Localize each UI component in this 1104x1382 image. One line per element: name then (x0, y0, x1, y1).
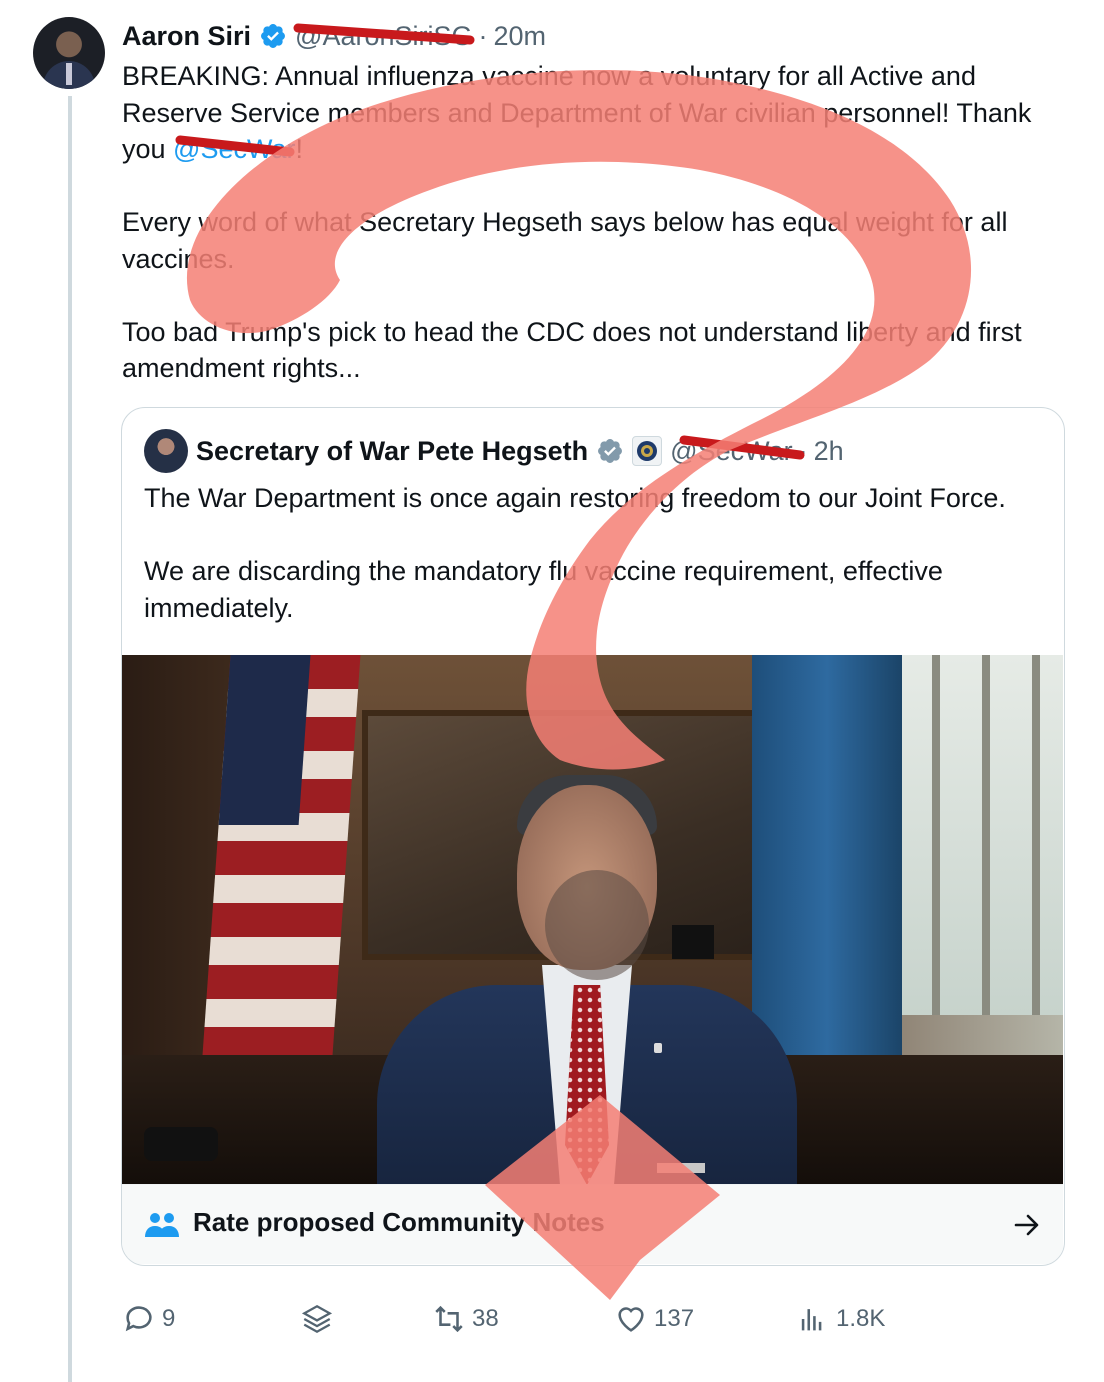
video-duration-badge (144, 1127, 218, 1161)
verified-badge-icon (598, 439, 623, 463)
office-window (902, 655, 1063, 1015)
tweet-header: Aaron Siri @AaronSiriSG · 20m (122, 16, 546, 56)
retweet-button[interactable]: 38 (432, 1296, 499, 1342)
reply-icon (125, 1306, 152, 1332)
thread-line (68, 96, 72, 1382)
views-button[interactable]: 1.8K (796, 1296, 885, 1342)
views-icon (801, 1309, 822, 1331)
action-bar: 9 38 137 1.8K (122, 1296, 1072, 1342)
tweet-text: BREAKING: Annual influenza vaccine now a… (122, 58, 1072, 387)
mention-link[interactable]: @SecWar (173, 134, 295, 164)
grok-button[interactable] (300, 1296, 340, 1342)
verified-badge-icon (261, 24, 285, 48)
retweet-count: 38 (472, 1305, 499, 1332)
like-count: 137 (654, 1305, 695, 1332)
tweet-time[interactable]: 20m (494, 21, 547, 52)
reply-count: 9 (162, 1305, 176, 1332)
department-seal-icon (632, 436, 663, 466)
author-name[interactable]: Aaron Siri (122, 21, 251, 52)
speaker-figure (377, 775, 797, 1184)
like-icon (618, 1307, 644, 1332)
community-notes-bar[interactable]: Rate proposed Community Notes (122, 1184, 1063, 1264)
retweet-icon (435, 1305, 463, 1333)
quote-header: Secretary of War Pete Hegseth @SecWar · … (144, 428, 844, 474)
quote-video-thumbnail[interactable] (122, 655, 1063, 1184)
quote-time[interactable]: 2h (814, 436, 844, 467)
author-handle[interactable]: @AaronSiriSG (295, 21, 472, 52)
arrow-right-icon (1014, 1214, 1039, 1236)
tweet-text-part2: ! Every word of what Secretary Hegseth s… (122, 134, 1022, 383)
people-icon (145, 1213, 179, 1237)
header-separator: · (478, 20, 488, 51)
quote-separator: · (798, 435, 808, 466)
quote-text: The War Department is once again restori… (144, 483, 1006, 623)
quote-author-name[interactable]: Secretary of War Pete Hegseth (196, 436, 588, 467)
views-count: 1.8K (836, 1305, 886, 1332)
reply-button[interactable]: 9 (122, 1296, 175, 1342)
like-button[interactable]: 137 (614, 1296, 694, 1342)
quote-avatar[interactable] (144, 429, 188, 473)
grok-icon (301, 1304, 333, 1334)
author-avatar[interactable] (33, 17, 105, 89)
quoted-tweet-card[interactable]: Secretary of War Pete Hegseth @SecWar · … (121, 407, 1065, 1266)
community-notes-label: Rate proposed Community Notes (193, 1207, 605, 1237)
quote-author-handle[interactable]: @SecWar (670, 436, 792, 467)
